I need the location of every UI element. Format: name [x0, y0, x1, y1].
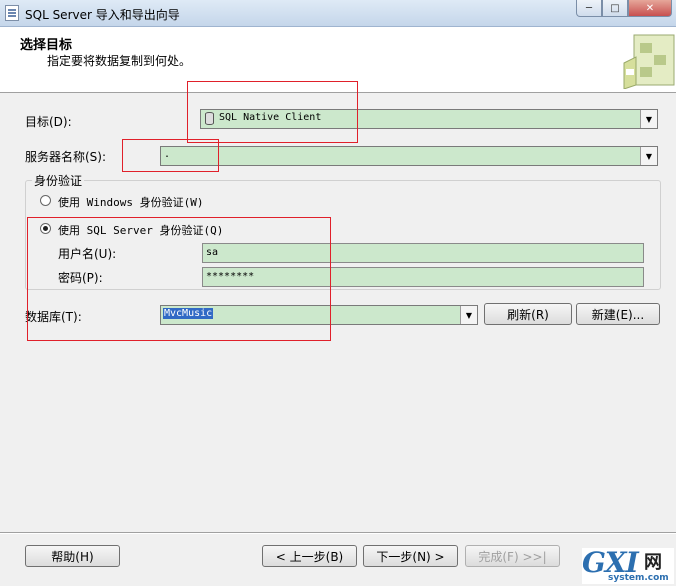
new-database-button[interactable]: 新建(E)... — [576, 303, 660, 325]
window-controls: ─ □ ✕ — [576, 0, 672, 18]
chevron-down-icon[interactable]: ▼ — [640, 147, 657, 165]
annotation-box-destination — [187, 81, 358, 143]
finish-button[interactable]: 完成(F) >>| — [465, 545, 560, 567]
window-title: SQL Server 导入和导出向导 — [25, 8, 180, 22]
chevron-down-icon[interactable]: ▼ — [460, 306, 477, 324]
minimize-icon[interactable]: ─ — [576, 0, 602, 17]
title-bar: SQL Server 导入和导出向导 ─ □ ✕ — [0, 0, 676, 27]
page-title: 选择目标 — [20, 38, 73, 53]
footer-divider — [0, 532, 676, 533]
server-label: 服务器名称(S): — [25, 150, 107, 164]
watermark-site: system.com — [608, 573, 669, 583]
windows-auth-label: 使用 Windows 身份验证(W) — [58, 196, 204, 209]
watermark-logo: GXI 网 system.com — [582, 546, 674, 584]
page-subtitle: 指定要将数据复制到何处。 — [47, 54, 192, 68]
help-button[interactable]: 帮助(H) — [25, 545, 120, 567]
wizard-graphic-icon — [623, 34, 675, 89]
annotation-box-server — [122, 139, 219, 172]
close-icon[interactable]: ✕ — [628, 0, 672, 17]
auth-group-label: 身份验证 — [32, 172, 85, 189]
app-icon — [5, 5, 19, 21]
destination-label: 目标(D): — [25, 115, 72, 129]
maximize-icon[interactable]: □ — [602, 0, 628, 17]
refresh-button[interactable]: 刷新(R) — [484, 303, 572, 325]
annotation-box-auth — [27, 217, 331, 341]
windows-auth-radio[interactable] — [40, 195, 51, 206]
chevron-down-icon[interactable]: ▼ — [640, 110, 657, 128]
wizard-window: SQL Server 导入和导出向导 ─ □ ✕ 选择目标 指定要将数据复制到何… — [0, 0, 676, 586]
next-button[interactable]: 下一步(N) > — [363, 545, 458, 567]
server-name-select[interactable]: . ▼ — [160, 146, 658, 166]
watermark-cn: 网 — [644, 552, 662, 573]
back-button[interactable]: < 上一步(B) — [262, 545, 357, 567]
